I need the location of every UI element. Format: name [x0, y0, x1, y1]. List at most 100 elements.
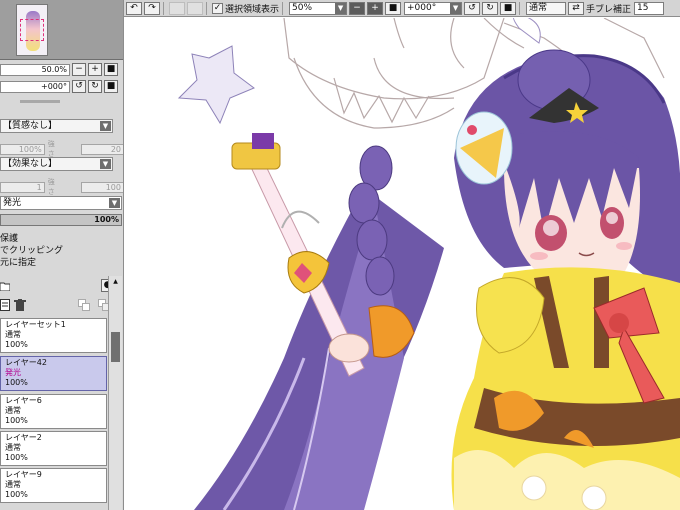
invert-selection-button[interactable]	[187, 1, 203, 15]
rotate-right-icon: ↻	[486, 2, 494, 13]
blend-mode-select[interactable]: 発光 ▼	[0, 196, 122, 210]
toolbar-divider	[282, 1, 284, 15]
zoom-in-button[interactable]: +	[88, 63, 102, 76]
layer-list: レイヤーセット1 通常 100% レイヤー42 発光 100% レイヤー6 通常…	[0, 318, 108, 510]
redo-button[interactable]: ↷	[144, 1, 160, 15]
toolbar-blend-mode-value: 通常	[529, 2, 548, 13]
layer-mode: 通常	[5, 330, 21, 339]
stabilizer-select[interactable]: 15	[634, 1, 665, 15]
navigator[interactable]	[0, 0, 123, 60]
effect-select[interactable]: 【効果なし】 ▼	[0, 157, 113, 171]
folder-icon[interactable]	[0, 281, 10, 291]
layer-opacity: 100%	[5, 340, 28, 349]
rotate-reset-button[interactable]: ■	[104, 80, 118, 93]
canvas[interactable]	[124, 18, 680, 510]
nav-rotation-bar[interactable]: +000°	[0, 80, 70, 93]
layer-item[interactable]: レイヤー6 通常 100%	[0, 394, 107, 429]
stabilizer-value: 15	[637, 2, 649, 13]
panel-divider[interactable]	[20, 100, 60, 103]
navigator-thumbnail[interactable]	[16, 4, 48, 56]
texture-strength-label: 強さ	[47, 140, 55, 158]
layer-mode: 発光	[5, 368, 21, 377]
layer-item[interactable]: レイヤー9 通常 100%	[0, 468, 107, 503]
transfer-down-icon[interactable]	[78, 299, 90, 311]
selection-source-label: 選択領域表示	[225, 4, 280, 15]
undo-icon: ↶	[130, 2, 138, 13]
texture-strength-field[interactable]: 20	[81, 143, 123, 155]
nav-rotation-value: +000°	[41, 81, 67, 91]
toolbar-divider	[519, 1, 521, 15]
texture-scale-field[interactable]: 100%	[0, 143, 45, 155]
nav-rotation-row: +000° ↺ ↻ ■	[0, 80, 123, 93]
blend-mode-toolbar-select[interactable]: 通常	[526, 1, 567, 15]
layer-opacity: 100%	[5, 378, 28, 387]
effect-width-field[interactable]: 1	[0, 181, 45, 193]
layer-item[interactable]: レイヤー2 通常 100%	[0, 431, 107, 466]
checkmark-icon: ✓	[213, 2, 222, 13]
artwork	[177, 18, 680, 510]
top-toolbar: ↶ ↷ ✓ 選択領域表示 50% ▼ − + ■ +000° ▼ ↺ ↻ ■ 通…	[124, 0, 680, 17]
toolbar-zoom-reset-button[interactable]: ■	[385, 1, 402, 15]
nav-zoom-row: 50.0% − + ■	[0, 63, 123, 76]
flip-horizontal-button[interactable]: ⇄	[568, 1, 585, 15]
nav-zoom-value: 50.0%	[41, 64, 67, 74]
effect-strength-label: 強さ	[47, 178, 55, 196]
effect-params-row: 1 強さ 100	[0, 177, 123, 197]
toolbar-rotate-right-button[interactable]: ↻	[482, 1, 499, 15]
protect-opacity-option[interactable]: 保護	[0, 233, 63, 245]
texture-strength-value: 20	[110, 144, 121, 154]
left-panel: 50.0% − + ■ +000° ↺ ↻ ■ 【質感なし】 ▼ 100% 強さ…	[0, 0, 124, 510]
toolbar-rotate-left-button[interactable]: ↺	[464, 1, 481, 15]
minus-icon: −	[353, 2, 361, 13]
toolbar-rotate-reset-button[interactable]: ■	[500, 1, 517, 15]
navigator-view-rect[interactable]	[20, 19, 44, 41]
rotation-select[interactable]: +000° ▼	[404, 1, 463, 15]
rotate-left-button[interactable]: ↺	[72, 80, 86, 93]
chevron-down-icon: ▼	[100, 159, 111, 169]
layer-name: レイヤー42	[5, 358, 47, 367]
layer-opacity: 100%	[5, 416, 28, 425]
zoom-select[interactable]: 50% ▼	[289, 1, 348, 15]
zoom-reset-button[interactable]: ■	[104, 63, 118, 76]
texture-select[interactable]: 【質感なし】 ▼	[0, 119, 113, 133]
layer-options: 保護 でクリッピング 元に指定	[0, 233, 63, 269]
clipping-option[interactable]: でクリッピング	[0, 245, 63, 257]
designate-option[interactable]: 元に指定	[0, 257, 63, 269]
layer-list-scrollbar[interactable]: ▲	[108, 276, 122, 510]
effect-row: 【効果なし】 ▼	[0, 157, 123, 171]
chevron-down-icon: ▼	[450, 2, 462, 14]
trash-icon[interactable]	[14, 299, 26, 311]
toolbar-divider	[163, 1, 164, 15]
scrollbar-thumb[interactable]	[111, 332, 120, 362]
rotate-right-button[interactable]: ↻	[88, 80, 102, 93]
deselect-button[interactable]	[169, 1, 185, 15]
square-icon: ■	[503, 2, 513, 13]
layer-opacity: 100%	[5, 453, 28, 462]
blend-mode-label: 発光	[3, 198, 22, 208]
opacity-row: 100%	[0, 214, 123, 226]
stabilizer-label: 手ブレ補正	[586, 4, 632, 15]
opacity-slider[interactable]: 100%	[0, 214, 122, 226]
new-layer-icon[interactable]	[0, 299, 10, 311]
toolbar-zoom-in-button[interactable]: +	[367, 1, 384, 15]
scroll-up-icon[interactable]: ▲	[111, 277, 120, 286]
chevron-down-icon: ▼	[109, 198, 120, 208]
toolbar-zoom-out-button[interactable]: −	[349, 1, 366, 15]
rotate-right-icon: ↻	[91, 81, 99, 91]
zoom-out-button[interactable]: −	[72, 63, 86, 76]
effect-width-value: 1	[36, 182, 42, 192]
rotate-left-icon: ↺	[468, 2, 476, 13]
layer-tools-row-1: ●	[0, 279, 123, 293]
undo-button[interactable]: ↶	[126, 1, 142, 15]
layer-item-selected[interactable]: レイヤー42 発光 100%	[0, 356, 107, 391]
effect-strength-field[interactable]: 100	[81, 181, 123, 193]
toolbar-divider	[206, 1, 207, 15]
nav-zoom-bar[interactable]: 50.0%	[0, 63, 70, 76]
square-icon: ■	[106, 64, 116, 74]
layer-item[interactable]: レイヤーセット1 通常 100%	[0, 318, 107, 353]
plus-icon: +	[371, 2, 379, 13]
selection-source-checkbox[interactable]: ✓	[212, 2, 223, 14]
zoom-value: 50%	[292, 2, 313, 13]
texture-scale-value: 100%	[18, 144, 42, 154]
layer-name: レイヤー9	[5, 470, 42, 479]
